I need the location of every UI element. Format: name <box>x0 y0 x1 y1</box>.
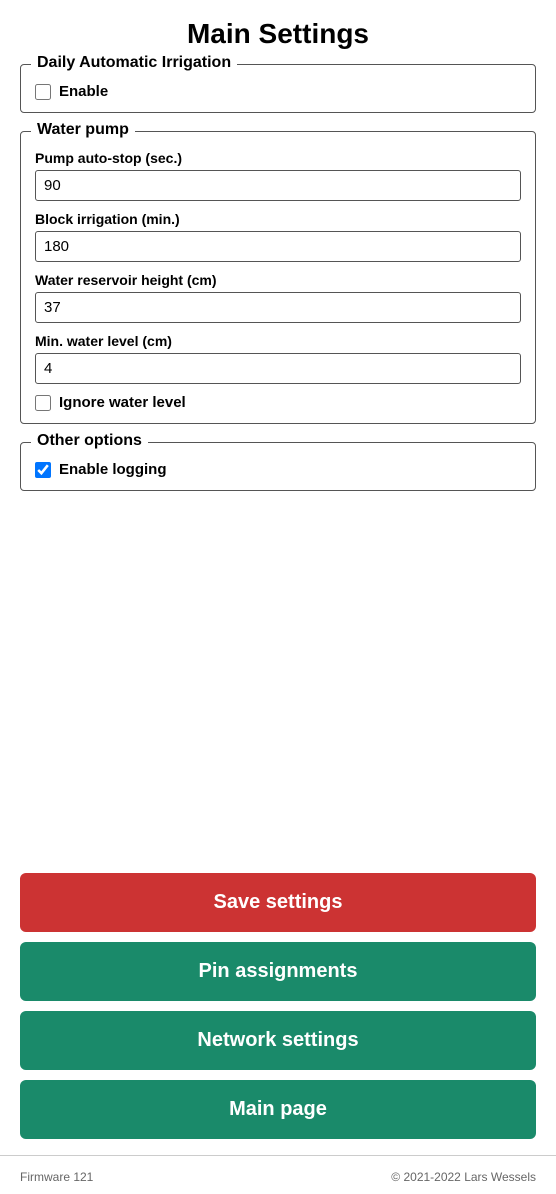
ignore-water-row[interactable]: Ignore water level <box>35 394 521 411</box>
buttons-section: Save settings Pin assignments Network se… <box>0 863 556 1139</box>
network-settings-button[interactable]: Network settings <box>20 1011 536 1070</box>
min-water-level-group: Min. water level (cm) <box>35 333 521 384</box>
footer: Firmware 121 © 2021-2022 Lars Wessels <box>0 1155 556 1194</box>
min-water-level-input[interactable] <box>35 353 521 384</box>
ignore-water-label: Ignore water level <box>59 394 186 411</box>
water-pump-section: Water pump Pump auto-stop (sec.) Block i… <box>20 131 536 424</box>
reservoir-height-group: Water reservoir height (cm) <box>35 272 521 323</box>
other-options-legend: Other options <box>31 432 148 450</box>
block-irrigation-label: Block irrigation (min.) <box>35 211 521 227</box>
pump-autostop-input[interactable] <box>35 170 521 201</box>
ignore-water-checkbox[interactable] <box>35 395 51 411</box>
min-water-level-label: Min. water level (cm) <box>35 333 521 349</box>
other-options-section: Other options Enable logging <box>20 442 536 491</box>
footer-firmware: Firmware 121 <box>20 1170 93 1184</box>
reservoir-height-input[interactable] <box>35 292 521 323</box>
water-pump-legend: Water pump <box>31 121 135 139</box>
daily-irrigation-section: Daily Automatic Irrigation Enable <box>20 64 536 113</box>
enable-logging-checkbox[interactable] <box>35 462 51 478</box>
enable-irrigation-checkbox[interactable] <box>35 84 51 100</box>
block-irrigation-input[interactable] <box>35 231 521 262</box>
footer-copyright: © 2021-2022 Lars Wessels <box>391 1170 536 1184</box>
pump-autostop-label: Pump auto-stop (sec.) <box>35 150 521 166</box>
pin-assignments-button[interactable]: Pin assignments <box>20 942 536 1001</box>
enable-logging-row[interactable]: Enable logging <box>35 461 521 478</box>
pump-autostop-group: Pump auto-stop (sec.) <box>35 150 521 201</box>
save-settings-button[interactable]: Save settings <box>20 873 536 932</box>
reservoir-height-label: Water reservoir height (cm) <box>35 272 521 288</box>
enable-irrigation-row[interactable]: Enable <box>35 83 521 100</box>
main-page-button[interactable]: Main page <box>20 1080 536 1139</box>
block-irrigation-group: Block irrigation (min.) <box>35 211 521 262</box>
enable-irrigation-label: Enable <box>59 83 108 100</box>
daily-irrigation-legend: Daily Automatic Irrigation <box>31 54 237 72</box>
enable-logging-label: Enable logging <box>59 461 167 478</box>
